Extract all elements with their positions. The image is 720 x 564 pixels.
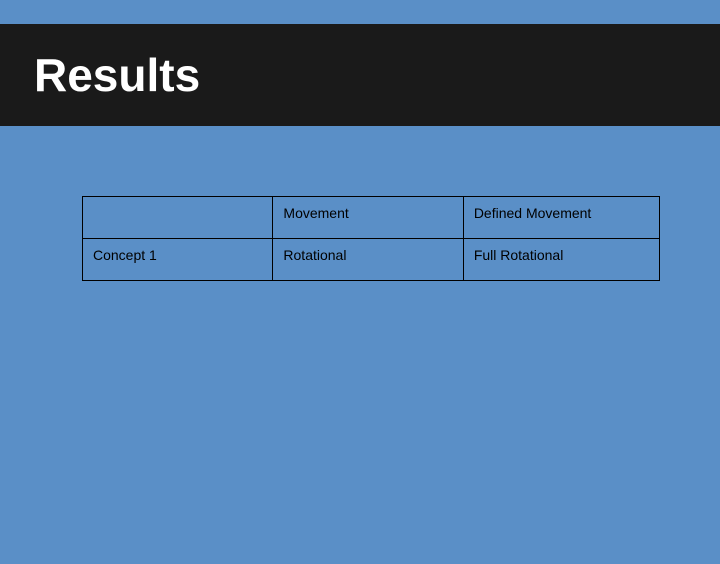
table-cell: Rotational [273,239,463,281]
table-cell: Concept 1 [83,239,273,281]
table-header-cell: Movement [273,197,463,239]
table-header-cell [83,197,273,239]
results-table: Movement Defined Movement Concept 1 Rota… [82,196,660,281]
table-header-row: Movement Defined Movement [83,197,660,239]
content-area: Movement Defined Movement Concept 1 Rota… [0,126,720,281]
table-header-cell: Defined Movement [463,197,659,239]
title-bar: Results [0,24,720,126]
page-title: Results [34,48,720,102]
table-row: Concept 1 Rotational Full Rotational [83,239,660,281]
table-cell: Full Rotational [463,239,659,281]
